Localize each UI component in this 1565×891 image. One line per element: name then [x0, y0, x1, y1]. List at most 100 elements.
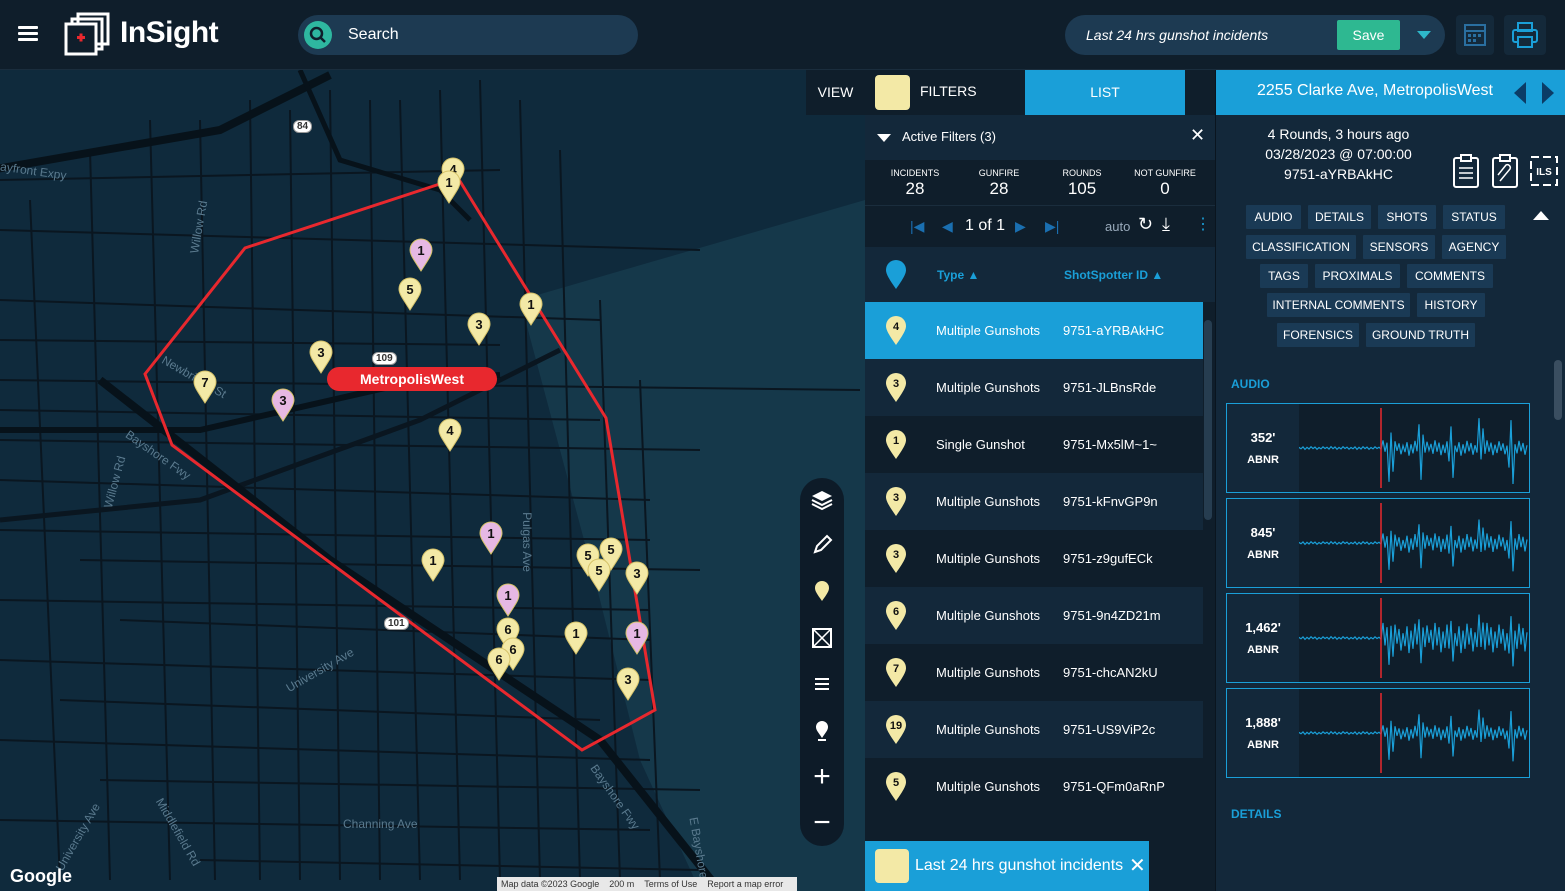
search-bar[interactable]: Search: [298, 15, 638, 55]
incident-pin[interactable]: 3: [309, 340, 333, 374]
detail-summary: 4 Rounds, 3 hours ago 03/28/2023 @ 07:00…: [1216, 115, 1565, 205]
table-row[interactable]: 4 Multiple Gunshots 9751-aYRBAkHC: [865, 302, 1203, 359]
refresh-icon[interactable]: ↻: [1138, 214, 1153, 235]
incident-pin[interactable]: 1: [519, 292, 543, 326]
calendar-button[interactable]: [1456, 15, 1494, 55]
section-proximals-button[interactable]: PROXIMALS: [1315, 264, 1400, 288]
close-icon[interactable]: ✕: [1129, 853, 1146, 878]
incident-pin[interactable]: 5: [398, 277, 422, 311]
table-row[interactable]: 1 Single Gunshot 9751-Mx5lM~1~: [865, 416, 1203, 473]
more-options-icon[interactable]: ⋮: [1195, 214, 1211, 234]
audio-waveform[interactable]: 1,462' ABNR: [1226, 593, 1530, 683]
zoom-out-button[interactable]: −: [800, 803, 844, 843]
layers-button[interactable]: [800, 480, 844, 520]
marker-button[interactable]: [800, 711, 844, 751]
tab-filters[interactable]: FILTERS: [865, 70, 1025, 115]
section-shots-button[interactable]: SHOTS: [1378, 205, 1436, 229]
incident-pin[interactable]: 7: [193, 370, 217, 404]
download-icon[interactable]: ⤓: [1162, 214, 1170, 235]
incident-pin[interactable]: 1: [409, 238, 433, 272]
incident-pin[interactable]: 5: [587, 558, 611, 592]
clipboard-icon[interactable]: [1451, 153, 1481, 189]
chevron-down-icon[interactable]: [1417, 31, 1431, 39]
section-history-button[interactable]: HISTORY: [1417, 293, 1485, 317]
list-scrollbar[interactable]: [1204, 320, 1212, 520]
section-tags-button[interactable]: TAGS: [1260, 264, 1308, 288]
prev-page-icon[interactable]: ◀: [942, 218, 953, 235]
view-tab[interactable]: VIEW: [806, 70, 865, 115]
page-indicator: 1 of 1: [965, 217, 1006, 234]
svg-text:6: 6: [495, 652, 502, 667]
table-row[interactable]: 5 Multiple Gunshots 9751-QFm0aRnP: [865, 758, 1203, 815]
section-details-button[interactable]: DETAILS: [1308, 205, 1371, 229]
active-filters-bar[interactable]: Active Filters (3) ✕: [865, 115, 1215, 160]
audio-waveform[interactable]: 1,888' ABNR: [1226, 688, 1530, 778]
section-agency-button[interactable]: AGENCY: [1442, 235, 1506, 259]
audio-waveform[interactable]: 845' ABNR: [1226, 498, 1530, 588]
section-audio-button[interactable]: AUDIO: [1246, 205, 1301, 229]
close-icon[interactable]: ✕: [1190, 125, 1205, 146]
section-ground-truth-button[interactable]: GROUND TRUTH: [1366, 323, 1475, 347]
table-row[interactable]: 7 Multiple Gunshots 9751-chcAN2kU: [865, 644, 1203, 701]
incident-pin[interactable]: 1: [479, 521, 503, 555]
save-button[interactable]: Save: [1337, 20, 1400, 50]
table-row[interactable]: 3 Multiple Gunshots 9751-z9gufECk: [865, 530, 1203, 587]
ils-icon[interactable]: ILS: [1529, 153, 1559, 189]
incident-pin-icon: 5: [886, 772, 906, 801]
table-row[interactable]: 6 Multiple Gunshots 9751-9n4ZD21m: [865, 587, 1203, 644]
incident-pin[interactable]: 1: [625, 621, 649, 655]
attachment-icon[interactable]: [1490, 153, 1520, 189]
detail-panel: 2255 Clarke Ave, MetropolisWest 4 Rounds…: [1215, 70, 1565, 891]
detail-scrollbar[interactable]: [1554, 360, 1562, 420]
table-row[interactable]: 3 Multiple Gunshots 9751-kFnvGP9n: [865, 473, 1203, 530]
column-header-type[interactable]: Type ▲: [937, 268, 979, 282]
pin-filter-button[interactable]: [800, 571, 844, 611]
incident-pin[interactable]: 1: [421, 548, 445, 582]
menu-icon[interactable]: [18, 26, 38, 42]
svg-text:1: 1: [417, 243, 424, 258]
audio-waveform[interactable]: 352' ABNR: [1226, 403, 1530, 493]
next-incident-icon[interactable]: [1542, 82, 1554, 104]
report-error-link[interactable]: Report a map error: [707, 879, 783, 889]
saved-search-tab[interactable]: Last 24 hrs gunshot incidents ✕: [865, 841, 1149, 891]
terms-link[interactable]: Terms of Use: [644, 879, 697, 889]
zoom-in-button[interactable]: +: [800, 757, 844, 797]
incident-pin[interactable]: 4: [438, 418, 462, 452]
incident-pin[interactable]: 3: [616, 667, 640, 701]
list-button[interactable]: [800, 664, 844, 704]
incident-pin[interactable]: 1: [437, 170, 461, 204]
list-icon: [815, 678, 829, 690]
chevron-down-icon[interactable]: [877, 134, 891, 142]
chevron-up-icon[interactable]: [1533, 211, 1549, 220]
draw-button[interactable]: [800, 525, 844, 565]
table-row[interactable]: 19 Multiple Gunshots 9751-US9ViP2c: [865, 701, 1203, 758]
saved-query-bar[interactable]: Last 24 hrs gunshot incidents Save: [1065, 15, 1445, 55]
grid-button[interactable]: [800, 618, 844, 658]
search-icon[interactable]: [304, 21, 332, 49]
last-page-icon[interactable]: ▶|: [1045, 218, 1059, 235]
section-status-button[interactable]: STATUS: [1443, 205, 1505, 229]
section-classification-button[interactable]: CLASSIFICATION: [1246, 235, 1356, 259]
sensor-tag: ABNR: [1247, 549, 1279, 561]
printer-icon: [1512, 22, 1538, 48]
incident-pin[interactable]: 1: [564, 621, 588, 655]
section-internal-comments-button[interactable]: INTERNAL COMMENTS: [1267, 293, 1410, 317]
incident-pin[interactable]: 6: [487, 647, 511, 681]
section-forensics-button[interactable]: FORENSICS: [1277, 323, 1359, 347]
map-view[interactable]: ayfront Expy Willow Rd Newbridge St Bays…: [0, 70, 865, 891]
svg-text:1: 1: [429, 553, 436, 568]
incident-pin[interactable]: 3: [467, 312, 491, 346]
tab-list[interactable]: LIST: [1025, 70, 1185, 115]
next-page-icon[interactable]: ▶: [1015, 218, 1026, 235]
incident-pin[interactable]: 3: [271, 388, 295, 422]
incident-pin[interactable]: 3: [625, 561, 649, 595]
column-header-id[interactable]: ShotSpotter ID ▲: [1064, 268, 1163, 282]
incident-pin[interactable]: 1: [496, 583, 520, 617]
print-button[interactable]: [1504, 15, 1546, 55]
section-comments-button[interactable]: COMMENTS: [1407, 264, 1493, 288]
prev-incident-icon[interactable]: [1514, 82, 1526, 104]
section-sensors-button[interactable]: SENSORS: [1363, 235, 1435, 259]
table-row[interactable]: 3 Multiple Gunshots 9751-JLBnsRde: [865, 359, 1203, 416]
first-page-icon[interactable]: |◀: [910, 218, 924, 235]
sensor-distance: 1,462': [1245, 620, 1281, 635]
